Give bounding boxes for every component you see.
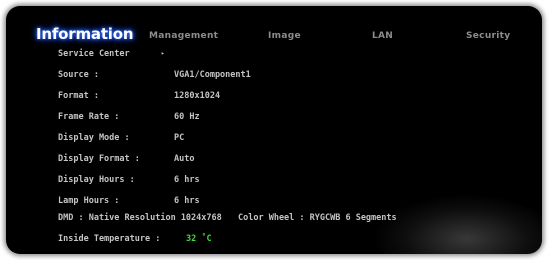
display-format-value: Auto (174, 154, 195, 164)
service-center-item[interactable]: Service Center ▸ (58, 48, 165, 60)
color-wheel: Color Wheel : RYGCWB 6 Segments (238, 213, 397, 223)
display-hours-value: 6 hrs (174, 175, 200, 185)
display-hours-label: Display Hours : (58, 175, 135, 185)
format-value: 1280x1024 (174, 91, 221, 101)
frame-rate-label: Frame Rate : (58, 112, 120, 122)
source-label: Source : (58, 70, 99, 80)
info-list: Service Center ▸ Source : VGA1/Component… (6, 6, 542, 254)
frame-rate-value: 60 Hz (174, 112, 200, 122)
dmd-resolution: DMD : Native Resolution 1024x768 (58, 213, 222, 223)
service-center-label: Service Center (58, 49, 130, 59)
display-mode-label: Display Mode : (58, 133, 130, 143)
inside-temperature-row: Inside Temperature : 32 ˚C (58, 233, 212, 245)
lamp-hours-value: 6 hrs (174, 196, 200, 206)
format-label: Format : (58, 91, 99, 101)
triangle-right-icon: ▸ (161, 50, 165, 57)
display-format-label: Display Format : (58, 154, 140, 164)
display-mode-value: PC (174, 133, 185, 143)
lamp-hours-label: Lamp Hours : (58, 196, 120, 206)
inside-temperature-value: 32 ˚C (186, 234, 212, 244)
source-value: VGA1/Component1 (174, 70, 251, 80)
projector-info-panel: Information Management Image LAN Securit… (6, 6, 542, 254)
inside-temperature-label: Inside Temperature : (58, 234, 161, 244)
